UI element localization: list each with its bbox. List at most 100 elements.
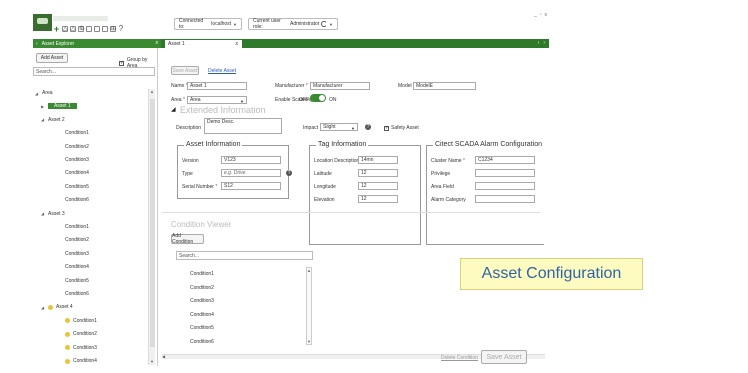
tree-item-condition[interactable]: Condition2	[65, 330, 97, 338]
scroll-up-icon[interactable]: ▲	[149, 89, 155, 95]
scroll-thumb[interactable]	[150, 99, 155, 347]
tree-item-condition[interactable]: Condition6	[65, 290, 89, 298]
settings-icon[interactable]: ⚙	[78, 26, 84, 32]
role-selector[interactable]: Current user role: Administrator ▼	[248, 18, 338, 30]
scroll-up-icon[interactable]: ▲	[307, 268, 311, 273]
maximize-button[interactable]: ▫	[540, 12, 542, 18]
condition-list-item[interactable]: Condition3	[190, 298, 214, 304]
tree-item-condition[interactable]: Condition5	[65, 277, 89, 285]
expand-icon[interactable]: ▶	[41, 104, 45, 109]
chevron-left-icon[interactable]: ‹	[36, 41, 38, 47]
safety-asset[interactable]: Safety Asset	[384, 125, 419, 131]
tree-item-condition[interactable]: Condition4	[65, 263, 89, 271]
tree-item-condition[interactable]: Condition3	[65, 156, 89, 164]
save-asset-button[interactable]: Save Asset	[481, 350, 527, 364]
elevation-field[interactable]: 12	[358, 195, 398, 203]
condition-list-item[interactable]: Condition5	[190, 325, 214, 331]
tree-item-condition[interactable]: Condition1	[65, 317, 97, 325]
close-window-button[interactable]: x	[545, 12, 548, 18]
area-field-input[interactable]	[475, 182, 535, 190]
sidebar-scrollbar[interactable]: ▲ ▼	[148, 89, 155, 365]
area-select[interactable]: Area ▼	[187, 96, 247, 104]
save-asset-top-button[interactable]: Save Asset	[171, 66, 199, 75]
delete-condition-link[interactable]: Delete Condition	[441, 355, 478, 361]
chevron-left-icon[interactable]: ‹	[538, 40, 540, 46]
tree-item-condition[interactable]: Condition2	[65, 236, 89, 244]
scroll-down-icon[interactable]: ▼	[307, 339, 311, 344]
help-icon[interactable]: ?	[118, 25, 124, 33]
scroll-down-icon[interactable]: ▼	[149, 359, 155, 365]
name-label: Name *	[171, 83, 188, 89]
calendar-icon[interactable]	[86, 26, 92, 32]
minimize-button[interactable]: _	[534, 12, 537, 18]
add-asset-button[interactable]: Add Asset	[36, 53, 68, 63]
tree-item-asset[interactable]: ◢ Asset 2	[41, 116, 65, 124]
impact-select[interactable]: Slight ▼	[320, 123, 358, 131]
condition-list-item[interactable]: Condition4	[190, 312, 214, 318]
condition-list-item[interactable]: Condition2	[190, 285, 214, 291]
tree-item-condition[interactable]: Condition1	[65, 129, 89, 137]
connection-selector[interactable]: Connected to: localhost ▼	[174, 18, 242, 30]
model-field[interactable]: ModelE	[413, 82, 476, 90]
manufacturer-field[interactable]: Manufacturer	[310, 82, 370, 90]
collapse-icon[interactable]: ◢	[41, 211, 45, 216]
description-field[interactable]: Demo Desc.	[204, 118, 282, 134]
alert-icon[interactable]: △	[70, 26, 76, 32]
serial-number-field[interactable]: S12	[221, 182, 281, 190]
add-icon[interactable]: +	[53, 25, 60, 34]
privilege-field[interactable]	[475, 169, 535, 177]
condition-list-scrollbar[interactable]: ▲ ▼	[306, 267, 312, 345]
group-by-area-checkbox[interactable]	[119, 60, 124, 66]
alarm-category-field[interactable]	[475, 195, 535, 203]
tree-item-condition[interactable]: Condition1	[65, 223, 89, 231]
tree-item-area[interactable]: ◢ Area	[35, 89, 53, 97]
tree-item-condition[interactable]: Condition4	[65, 169, 89, 177]
safety-asset-checkbox[interactable]	[384, 125, 389, 131]
scroll-left-icon[interactable]: ◀	[162, 354, 165, 359]
tree-item-asset[interactable]: ◢ Asset 4	[41, 303, 73, 311]
collapse-icon[interactable]: ◢	[41, 305, 45, 310]
chevron-right-icon[interactable]: ›	[543, 40, 545, 46]
refresh-icon[interactable]	[321, 21, 328, 27]
name-field[interactable]: Asset 1	[187, 82, 247, 90]
role-value: Administrator	[289, 21, 320, 27]
tree-item-condition[interactable]: Condition2	[65, 143, 89, 151]
tree-item-condition[interactable]: Condition5	[65, 183, 89, 191]
help-icon[interactable]: ?	[286, 170, 292, 176]
condition-list-item[interactable]: Condition6	[190, 339, 214, 345]
explorer-search-input[interactable]: Search...	[33, 67, 155, 76]
app-window: + △ △ ⚙ ⊞ ? Connected to: localhost ▼ Cu…	[33, 10, 549, 366]
longitude-field[interactable]: 12	[358, 182, 398, 190]
collapse-arrow-icon[interactable]: ◢	[171, 106, 176, 113]
tree-item-asset[interactable]: ▶ Asset 1	[41, 102, 77, 110]
grid-icon[interactable]: ⊞	[110, 26, 116, 32]
monitor-icon[interactable]	[102, 26, 108, 32]
condition-search-input[interactable]: Search...	[176, 251, 313, 260]
tree-item-condition[interactable]: Condition6	[65, 196, 89, 204]
tree-item-asset[interactable]: ◢ Asset 3	[41, 210, 65, 218]
tree-item-condition[interactable]: Condition3	[65, 344, 97, 352]
type-field[interactable]: e.g. Drive	[221, 169, 281, 177]
help-icon[interactable]: ?	[365, 124, 371, 130]
extended-information-header: Extended Information	[180, 105, 266, 115]
version-field[interactable]: V123	[221, 156, 281, 164]
tree-item-label: Condition1	[65, 130, 89, 137]
tree-item-condition[interactable]: Condition3	[65, 250, 89, 258]
latitude-field[interactable]: 12	[358, 169, 398, 177]
location-description-field[interactable]: 14mn	[358, 156, 398, 164]
add-condition-button[interactable]: Add Condition	[171, 233, 204, 245]
close-icon[interactable]: x	[156, 40, 159, 46]
area-label: Area *	[171, 97, 185, 103]
warning-icon[interactable]: △	[62, 26, 68, 32]
delete-asset-link[interactable]: Delete Asset	[208, 68, 236, 74]
report-icon[interactable]	[94, 26, 100, 32]
condition-list-item[interactable]: Condition1	[190, 271, 214, 277]
tree-item-condition[interactable]: Condition4	[65, 357, 97, 365]
close-icon[interactable]: x	[236, 41, 239, 47]
tab-asset-1[interactable]: Asset 1 x	[165, 40, 242, 48]
asset-form: Save Asset Delete Asset Name * Asset 1 M…	[158, 48, 549, 366]
enable-scanning-toggle[interactable]	[310, 94, 326, 102]
cluster-name-field[interactable]: C1234	[475, 156, 535, 164]
collapse-icon[interactable]: ◢	[35, 91, 39, 96]
collapse-icon[interactable]: ◢	[41, 117, 45, 122]
